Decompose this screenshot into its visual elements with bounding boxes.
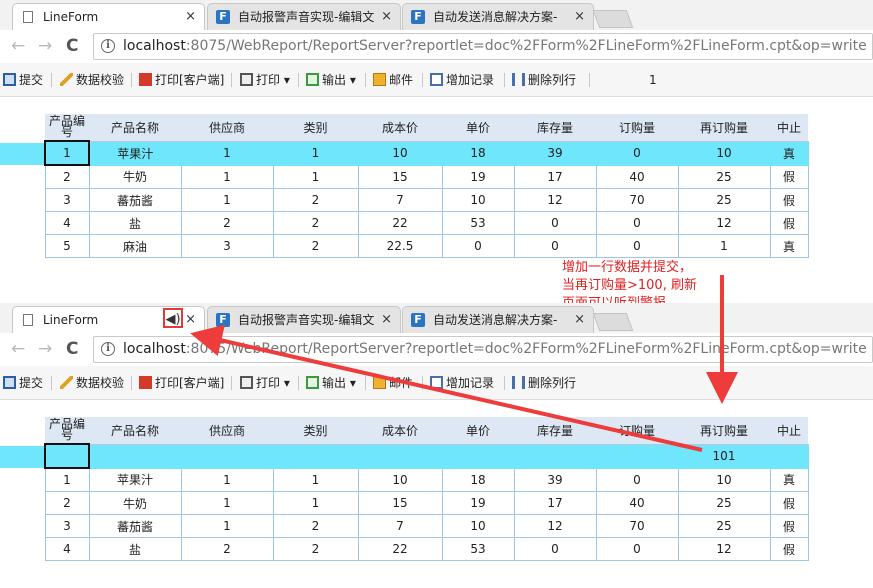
arrow-to-speaker [190, 324, 703, 452]
annotation-arrows [190, 275, 738, 452]
